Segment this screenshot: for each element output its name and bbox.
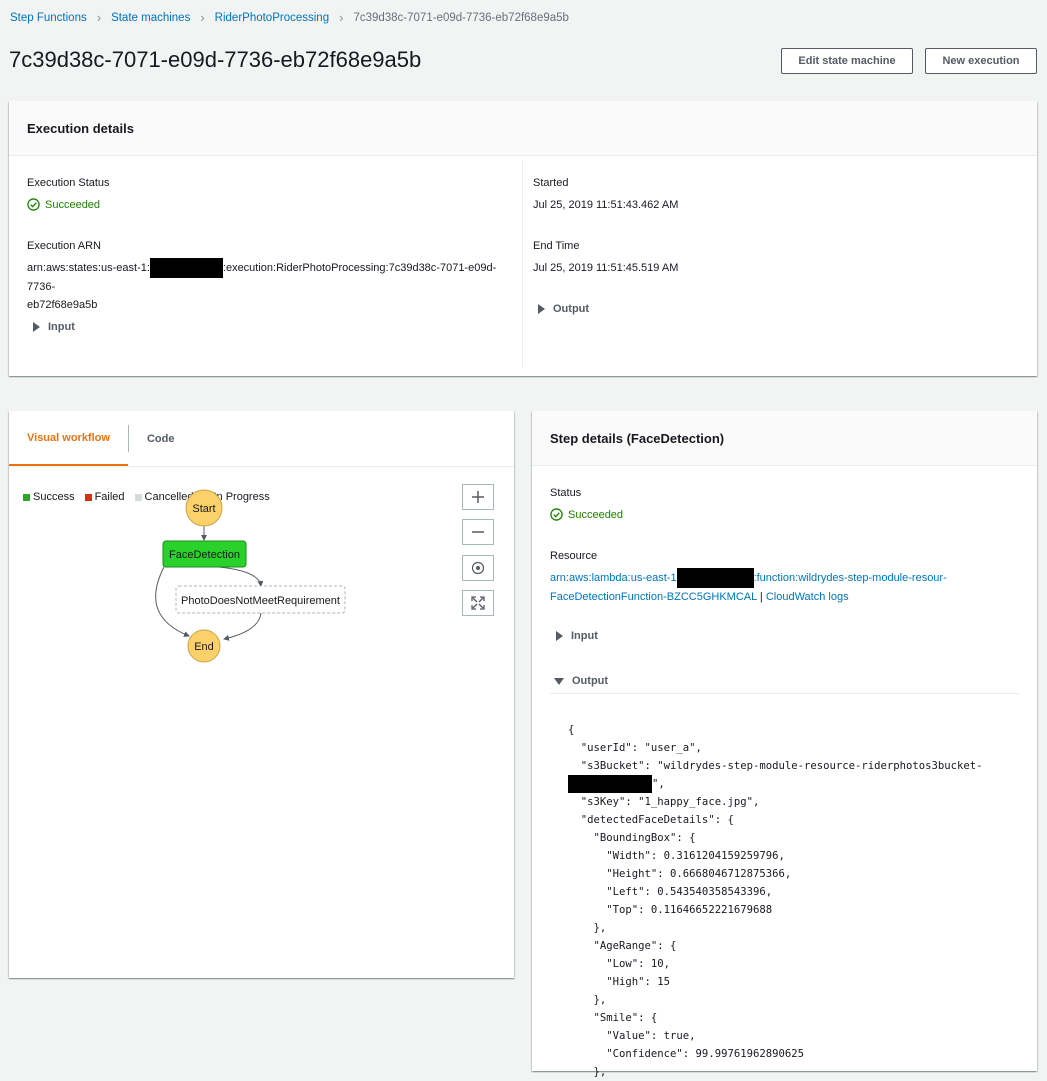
- end-time-label: End Time: [533, 240, 580, 252]
- workflow-panel: Visual workflow Code Success Failed Canc…: [9, 411, 514, 978]
- resource-label: Resource: [550, 550, 598, 562]
- arn-prefix: arn:aws:states:us-east-1:: [27, 261, 150, 274]
- input-label: Input: [48, 321, 75, 333]
- step-status-text: Succeeded: [568, 508, 624, 521]
- step-input-expander[interactable]: Input: [556, 630, 598, 642]
- output-label: Output: [553, 303, 590, 315]
- step-output-expander[interactable]: Output: [554, 675, 608, 687]
- node-face-detection[interactable]: FaceDetection: [162, 540, 247, 568]
- redacted-account-id: [149, 258, 223, 278]
- output-json-part2: ", "s3Key": "1_happy_face.jpg", "detecte…: [580, 778, 804, 1078]
- breadcrumb-rider-photo-processing[interactable]: RiderPhotoProcessing: [215, 12, 329, 24]
- node-start[interactable]: Start: [185, 489, 223, 527]
- node-photo-does-not-meet-requirement[interactable]: PhotoDoesNotMeetRequirement: [175, 585, 346, 614]
- node-end-label: End: [194, 641, 214, 653]
- breadcrumb-step-functions[interactable]: Step Functions: [10, 12, 87, 24]
- chevron-right-icon: ›: [200, 10, 205, 25]
- caret-down-icon: [554, 677, 564, 685]
- minus-icon: [472, 531, 484, 533]
- step-input-label: Input: [571, 630, 598, 642]
- breadcrumb-current: 7c39d38c-7071-e09d-7736-eb72f68e9a5b: [353, 11, 569, 24]
- input-expander[interactable]: Input: [33, 321, 75, 333]
- separator: |: [759, 591, 763, 603]
- node-face-label: FaceDetection: [169, 549, 240, 561]
- output-divider: [550, 693, 1019, 694]
- end-time-value: Jul 25, 2019 11:51:45.519 AM: [533, 262, 679, 274]
- resource-line2: FaceDetectionFunction-BZCC5GHKMCAL: [550, 591, 757, 603]
- started-value: Jul 25, 2019 11:51:43.462 AM: [533, 199, 679, 211]
- caret-right-icon: [538, 304, 545, 314]
- zoom-out-button[interactable]: [462, 519, 494, 545]
- target-icon: [471, 561, 485, 575]
- center-button[interactable]: [462, 555, 494, 581]
- workflow-graph: Start FaceDetection PhotoDoesNotMeetRequ…: [155, 489, 346, 663]
- workflow-tabs: Visual workflow Code: [9, 411, 514, 467]
- breadcrumb: Step Functions › State machines › RiderP…: [10, 10, 569, 25]
- resource-prefix: arn:aws:lambda:us-east-1: [550, 571, 677, 584]
- execution-status-value: Succeeded: [27, 198, 100, 211]
- caret-right-icon: [33, 322, 40, 332]
- execution-status-label: Execution Status: [27, 177, 110, 189]
- step-details-panel: Step details (FaceDetection) Status Succ…: [532, 411, 1037, 1078]
- resource-value: arn:aws:lambda:us-east-1 :function:wildry…: [550, 568, 1030, 606]
- node-start-label: Start: [192, 503, 215, 515]
- step-output-label: Output: [572, 675, 609, 687]
- node-photo-label: PhotoDoesNotMeetRequirement: [181, 595, 340, 607]
- tab-code[interactable]: Code: [129, 411, 193, 466]
- resource-arn-link[interactable]: arn:aws:lambda:us-east-1 :function:wildry…: [550, 568, 947, 603]
- fit-to-screen-button[interactable]: [462, 590, 494, 616]
- check-circle-icon: [27, 198, 40, 211]
- execution-details-title: Execution details: [9, 101, 1037, 156]
- resource-suffix: :function:wildrydes-step-module-resour-: [753, 571, 947, 584]
- column-divider: [522, 161, 523, 367]
- redacted-account-id: [676, 568, 754, 588]
- step-status-label: Status: [550, 487, 582, 499]
- step-details-title: Step details (FaceDetection): [532, 411, 1037, 466]
- new-execution-button[interactable]: New execution: [925, 48, 1037, 74]
- edge-photo-end: [223, 612, 262, 641]
- chevron-right-icon: ›: [96, 10, 102, 25]
- expand-icon: [471, 596, 485, 610]
- execution-status-text: Succeeded: [45, 198, 101, 211]
- redacted-bucket-suffix: [568, 775, 652, 793]
- chevron-right-icon: ›: [339, 10, 344, 25]
- execution-details-panel: Execution details Execution Status Succe…: [9, 101, 1037, 376]
- tab-visual-workflow[interactable]: Visual workflow: [9, 411, 128, 466]
- plus-icon: [472, 491, 484, 503]
- output-json: { "userId": "user_a", "s3Bucket": "wildr…: [568, 721, 983, 1081]
- check-circle-icon: [550, 508, 563, 521]
- output-expander[interactable]: Output: [538, 303, 589, 315]
- step-status-value: Succeeded: [550, 508, 623, 521]
- edge-face-photo: [218, 566, 264, 587]
- breadcrumb-state-machines[interactable]: State machines: [111, 12, 190, 24]
- node-end[interactable]: End: [187, 629, 221, 663]
- output-json-part1: { "userId": "user_a", "s3Bucket": "wildr…: [568, 724, 983, 772]
- execution-arn-value: arn:aws:states:us-east-1::execution:Ride…: [27, 258, 517, 314]
- edit-state-machine-button[interactable]: Edit state machine: [781, 48, 913, 74]
- zoom-in-button[interactable]: [462, 484, 494, 510]
- caret-right-icon: [556, 631, 563, 641]
- started-label: Started: [533, 177, 569, 189]
- arn-line2: eb72f68e9a5b: [27, 299, 98, 311]
- cloudwatch-logs-link[interactable]: CloudWatch logs: [766, 591, 849, 603]
- execution-arn-label: Execution ARN: [27, 240, 101, 252]
- page-title: 7c39d38c-7071-e09d-7736-eb72f68e9a5b: [9, 47, 422, 72]
